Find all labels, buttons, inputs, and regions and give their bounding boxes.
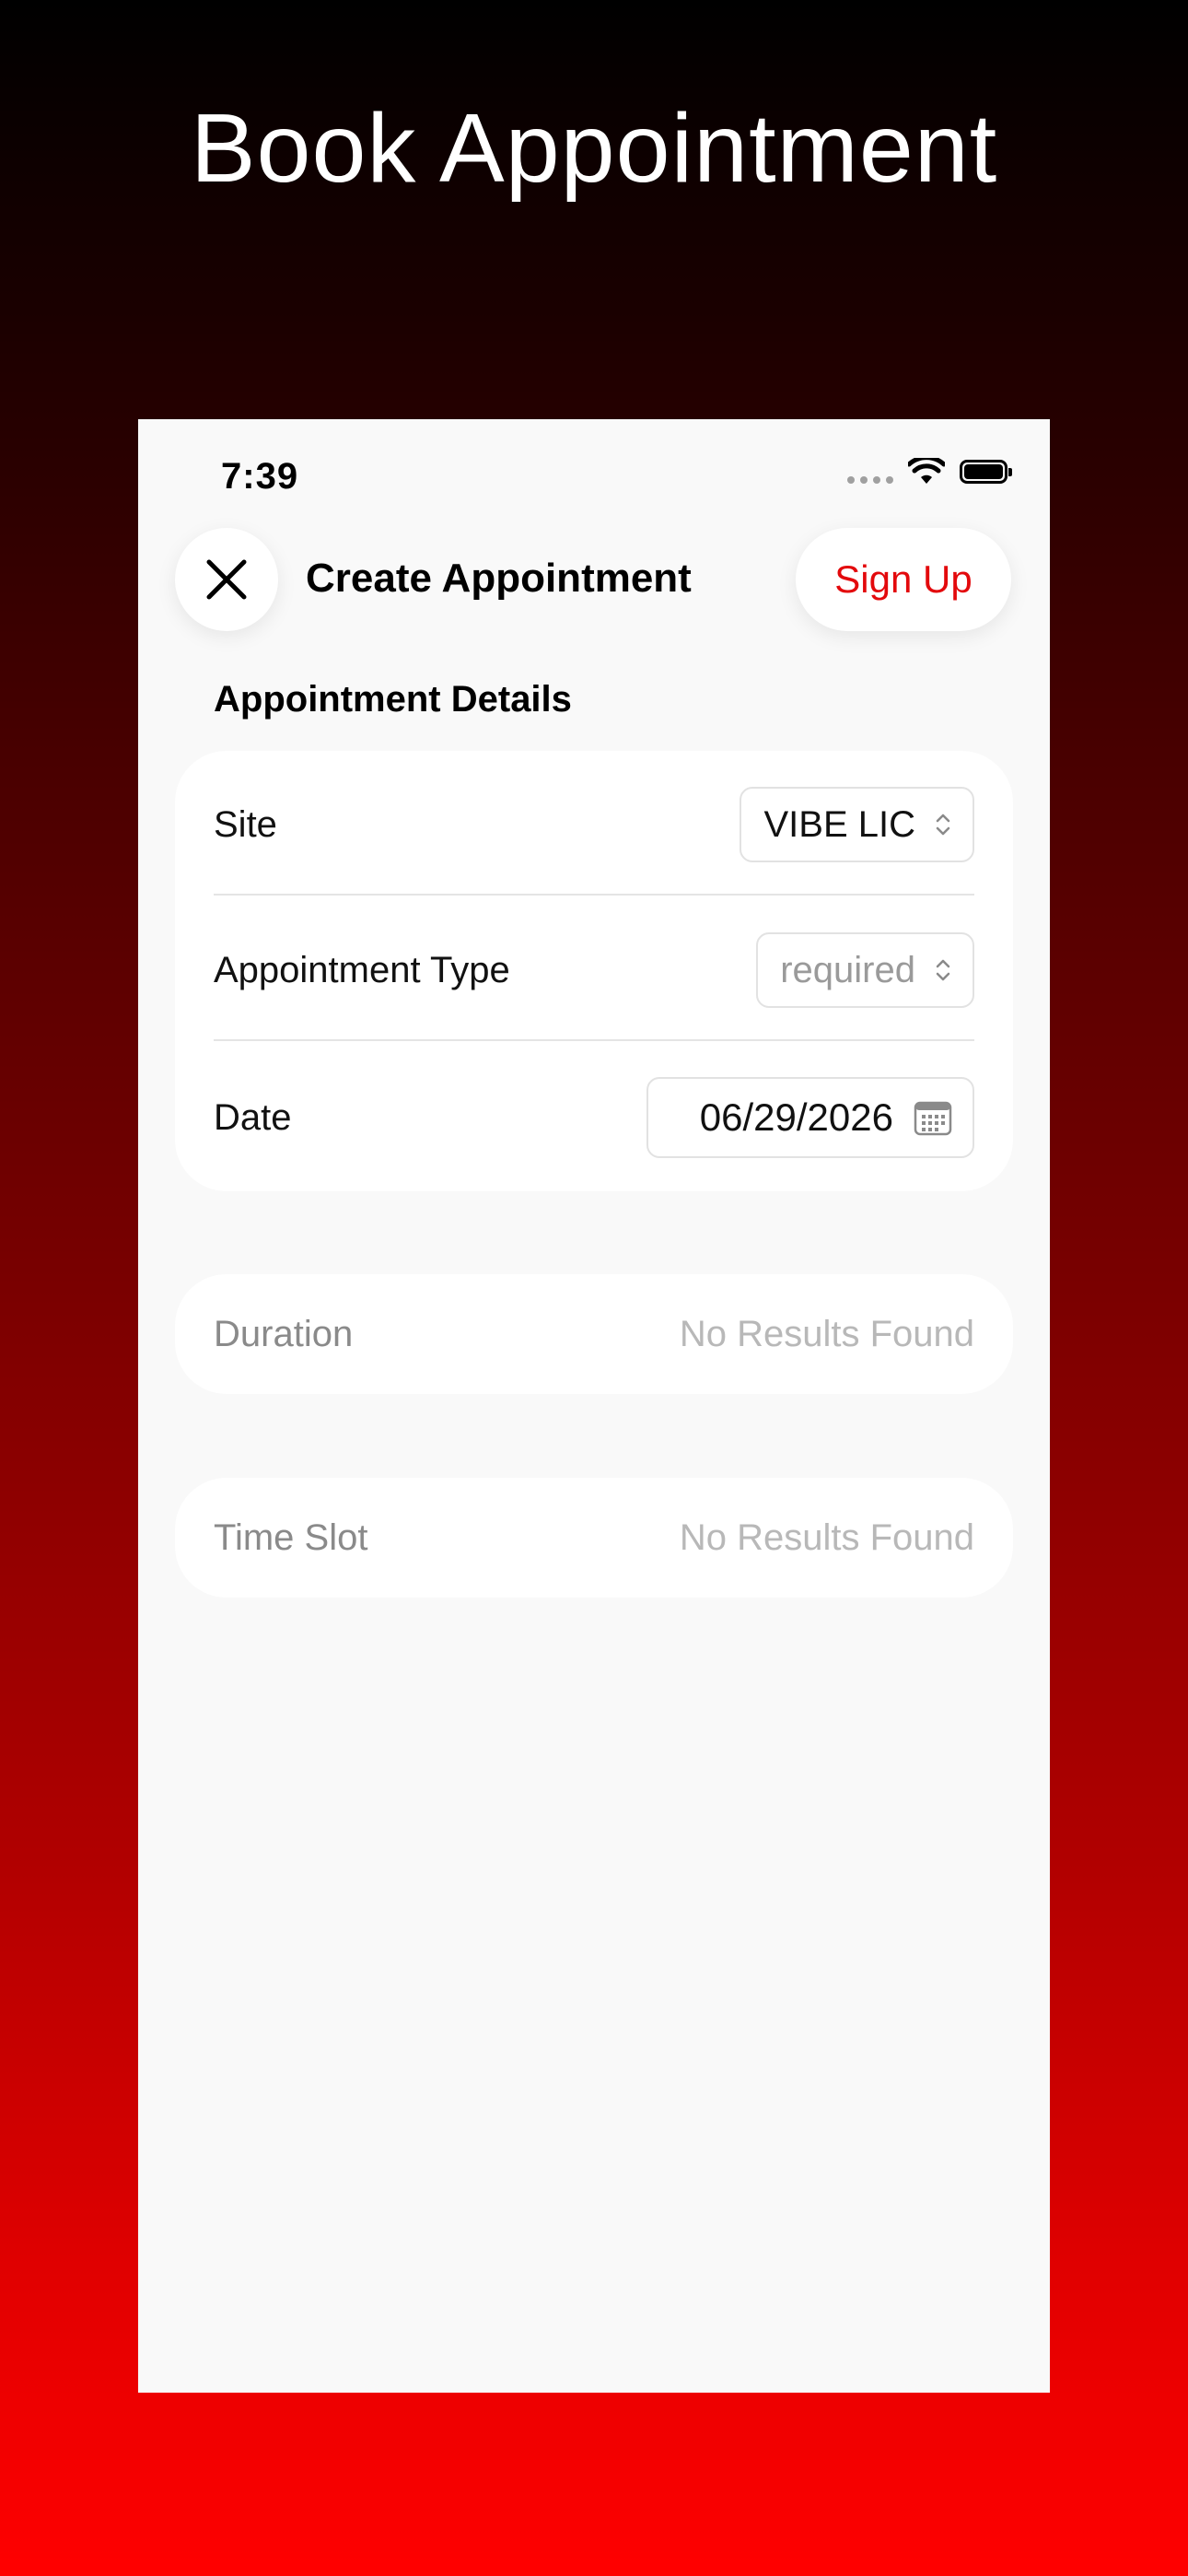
duration-row[interactable]: Duration No Results Found — [175, 1274, 1013, 1394]
date-value: 06/29/2026 — [699, 1095, 893, 1139]
battery-icon — [960, 460, 1012, 484]
date-label: Date — [214, 1096, 292, 1138]
hero-title: Book Appointment — [190, 94, 998, 203]
section-title: Appointment Details — [214, 679, 572, 720]
duration-value: No Results Found — [679, 1313, 974, 1354]
site-label: Site — [214, 803, 277, 845]
time-slot-value: No Results Found — [679, 1516, 974, 1558]
site-value: VIBE LIC — [763, 803, 915, 845]
time-slot-row[interactable]: Time Slot No Results Found — [175, 1478, 1013, 1598]
chevron-up-down-icon — [936, 814, 950, 836]
appointment-type-picker[interactable]: required — [756, 932, 974, 1008]
site-row: Site VIBE LIC — [214, 786, 974, 863]
appointment-type-label: Appointment Type — [214, 949, 510, 990]
close-icon — [206, 559, 247, 600]
nav-title: Create Appointment — [306, 556, 692, 601]
date-row: Date 06/29/2026 — [214, 1076, 974, 1159]
status-bar: 7:39 — [138, 419, 1050, 521]
status-icons — [847, 458, 1012, 486]
time-slot-label: Time Slot — [214, 1516, 368, 1558]
duration-label: Duration — [214, 1313, 354, 1354]
close-button[interactable] — [175, 528, 278, 631]
calendar-icon — [914, 1101, 952, 1136]
divider — [214, 894, 974, 896]
signal-icon — [847, 460, 893, 484]
status-time: 7:39 — [221, 456, 299, 497]
sign-up-button[interactable]: Sign Up — [796, 528, 1011, 631]
app-screen: 7:39 Create Appointment Sign Up Appointm… — [138, 419, 1050, 2393]
wifi-icon — [908, 458, 945, 484]
chevron-up-down-icon — [936, 959, 950, 981]
date-field[interactable]: 06/29/2026 — [646, 1077, 974, 1158]
appointment-type-value: required — [780, 949, 915, 990]
appointment-type-row: Appointment Type required — [214, 931, 974, 1009]
divider — [214, 1039, 974, 1041]
site-picker[interactable]: VIBE LIC — [740, 787, 974, 862]
appointment-details-card: Site VIBE LIC Appointment Type required … — [175, 751, 1013, 1191]
